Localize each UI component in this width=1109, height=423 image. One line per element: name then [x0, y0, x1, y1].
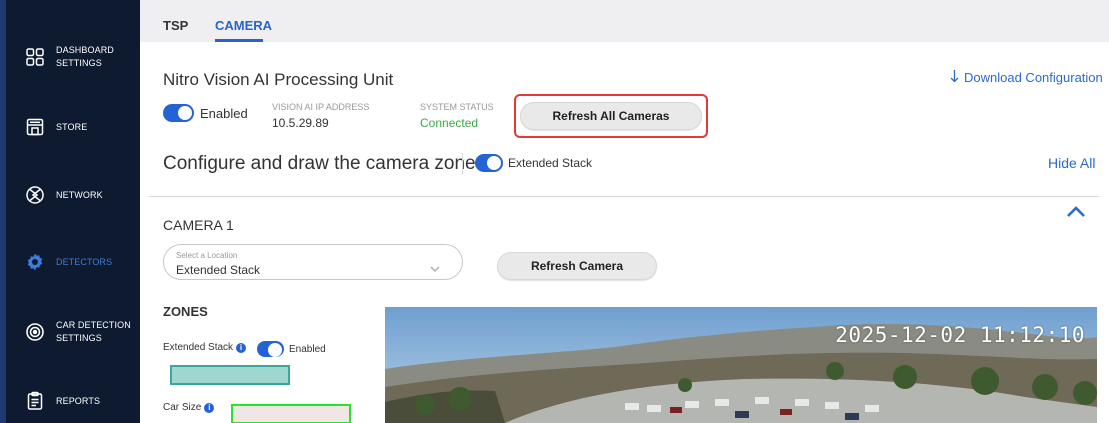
enabled-toggle[interactable]: [163, 104, 194, 122]
active-tab-indicator: [215, 39, 263, 42]
location-select-value: Extended Stack: [176, 263, 261, 277]
camera-feed[interactable]: 2025-12-02 11:12:10: [385, 307, 1097, 423]
dashboard-grid-icon: [24, 46, 46, 68]
vision-ai-ip-value: 10.5.29.89: [272, 116, 329, 130]
zone-enabled-label: Enabled: [289, 343, 326, 355]
system-status-label: SYSTEM STATUS: [420, 102, 494, 112]
tab-bar: TSP CAMERA: [140, 0, 1109, 42]
gear-icon: [24, 251, 46, 273]
zone-extended-stack: Extended Stack i: [163, 342, 247, 353]
download-configuration-label: Download Configuration: [964, 70, 1103, 85]
zones-title: ZONES: [163, 304, 208, 319]
download-configuration-link[interactable]: Download Configuration: [950, 69, 1103, 86]
sidebar-item-network[interactable]: NETWORK: [6, 175, 140, 215]
tab-camera[interactable]: CAMERA: [215, 18, 272, 33]
chevron-down-icon: [430, 260, 440, 278]
sidebar-item-label: DASHBOARD SETTINGS: [56, 45, 114, 68]
sidebar-item-label: DETECTORS: [56, 256, 113, 267]
zone-extended-stack-label: Extended Stack: [163, 342, 234, 353]
zone-car-size: Car Size i: [163, 402, 215, 413]
sidebar-item-label: STORE: [56, 121, 88, 132]
store-icon: [24, 116, 46, 138]
vertical-divider: [462, 153, 463, 175]
network-icon: [24, 184, 46, 206]
sidebar-item-label: CAR DETECTION SETTINGS: [56, 320, 131, 343]
sidebar-item-detectors[interactable]: DETECTORS: [6, 242, 140, 282]
sidebar-item-label: REPORTS: [56, 395, 101, 406]
location-select-label: Select a Location: [176, 251, 238, 260]
extended-stack-label: Extended Stack: [508, 156, 593, 170]
enabled-label: Enabled: [200, 105, 248, 121]
arrow-down-icon: [950, 69, 959, 86]
chevron-up-icon[interactable]: [1066, 205, 1086, 224]
clipboard-icon: [24, 390, 46, 412]
car-size-zone-swatch[interactable]: [231, 404, 351, 423]
info-icon[interactable]: i: [236, 342, 247, 353]
target-icon: [24, 321, 46, 343]
sidebar-item-reports[interactable]: REPORTS: [6, 381, 140, 421]
enabled-toggle-group: Enabled: [163, 104, 248, 122]
zone-enabled-toggle[interactable]: [257, 341, 284, 357]
zone-enabled-toggle-group: Enabled: [257, 341, 326, 357]
hide-all-link[interactable]: Hide All: [1048, 155, 1095, 171]
tab-tsp[interactable]: TSP: [163, 18, 188, 33]
camera-title: CAMERA 1: [163, 217, 234, 233]
extended-stack-toggle[interactable]: [475, 154, 503, 172]
zone-car-size-label: Car Size: [163, 402, 202, 413]
extended-stack-zone-swatch[interactable]: [170, 365, 290, 385]
sidebar: DASHBOARD SETTINGS STORE NETWORK DETECTO…: [0, 0, 140, 423]
info-icon[interactable]: i: [204, 402, 215, 413]
system-status-value: Connected: [420, 116, 479, 130]
refresh-camera-button[interactable]: Refresh Camera: [497, 252, 657, 280]
sidebar-item-car-detection-settings[interactable]: CAR DETECTION SETTINGS: [6, 312, 140, 352]
refresh-all-cameras-button[interactable]: Refresh All Cameras: [520, 102, 702, 130]
sidebar-item-store[interactable]: STORE: [6, 107, 140, 147]
vision-ai-ip-label: VISION AI IP ADDRESS: [272, 102, 370, 112]
section-divider: [149, 196, 1099, 197]
extended-stack-toggle-group: Extended Stack: [475, 154, 592, 172]
sidebar-item-dashboard-settings[interactable]: DASHBOARD SETTINGS: [6, 37, 140, 77]
location-select[interactable]: Select a Location Extended Stack: [163, 244, 463, 280]
configure-zones-title: Configure and draw the camera zones: [163, 153, 486, 174]
processing-unit-title: Nitro Vision AI Processing Unit: [163, 70, 394, 89]
camera-timestamp: 2025-12-02 11:12:10: [835, 323, 1085, 347]
sidebar-item-label: NETWORK: [56, 189, 103, 200]
